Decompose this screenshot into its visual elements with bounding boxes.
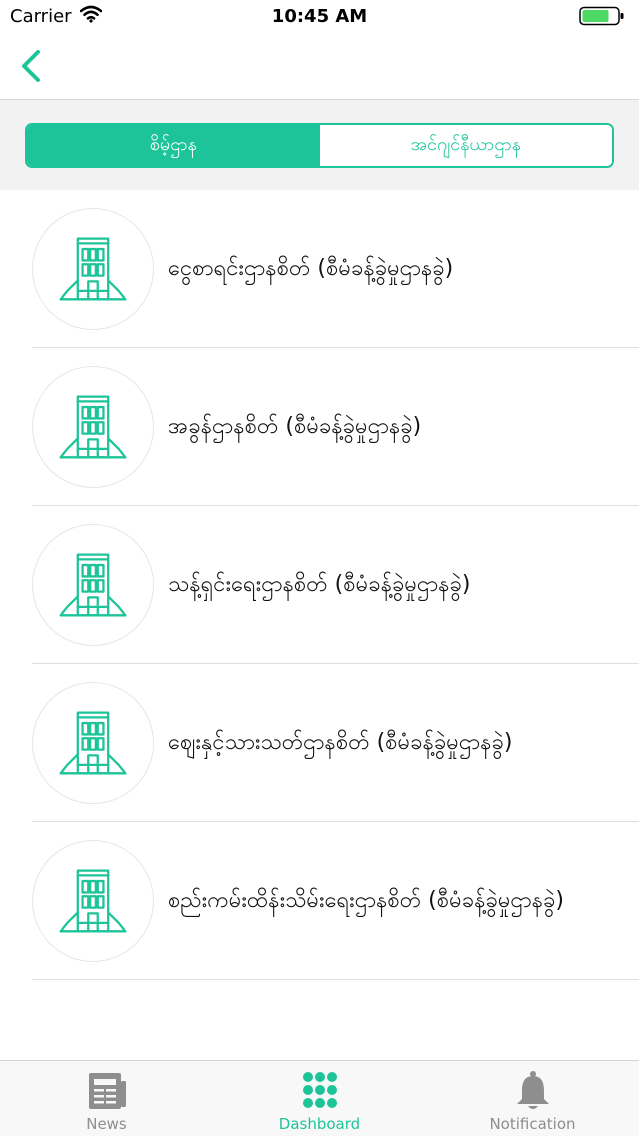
back-button[interactable] [14, 46, 50, 86]
segment-label: အင်ဂျင်နီယာဌာန [410, 134, 521, 155]
list-item[interactable]: အခွန်ဌာနစိတ် (စီမံခန့်ခွဲမှုဌာနခွဲ) [0, 348, 639, 506]
tab-dashboard[interactable]: Dashboard [213, 1061, 426, 1136]
list-item[interactable]: စည်းကမ်းထိန်းသိမ်းရေးဌာနစိတ် (စီမံခန့်ခွ… [0, 822, 639, 980]
tab-bar: News Dashboard Notification [0, 1060, 639, 1136]
segment-label: စိမ့်ဌာန [149, 134, 197, 155]
nav-bar [0, 34, 639, 100]
segment-area: စိမ့်ဌာန အင်ဂျင်နီယာဌာန [0, 100, 639, 190]
list-item[interactable]: သန့်ရှင်းရေးဌာနစိတ် (စီမံခန့်ခွဲမှုဌာနခွ… [0, 506, 639, 664]
battery-icon [579, 6, 624, 26]
list-item[interactable]: ဈေးနှင့်သားသတ်ဌာနစိတ် (စီမံခန့်ခွဲမှုဌာန… [0, 664, 639, 822]
department-name: ငွေစာရင်းဌာနစိတ် (စီမံခန့်ခွဲမှုဌာနခွဲ) [168, 256, 454, 281]
building-icon [59, 395, 127, 459]
building-icon [59, 869, 127, 933]
department-avatar [32, 366, 154, 488]
chevron-left-icon [22, 50, 40, 82]
status-bar: Carrier 10:45 AM [0, 0, 639, 34]
building-icon [59, 711, 127, 775]
department-avatar [32, 682, 154, 804]
divider [32, 979, 639, 980]
list-item[interactable]: ငွေစာရင်းဌာနစိတ် (စီမံခန့်ခွဲမှုဌာနခွဲ) [0, 190, 639, 348]
department-name: အခွန်ဌာနစိတ် (စီမံခန့်ခွဲမှုဌာနခွဲ) [168, 414, 422, 439]
segment-engineering[interactable]: အင်ဂျင်နီယာဌာန [319, 125, 612, 166]
segment-administration[interactable]: စိမ့်ဌာန [27, 125, 320, 166]
department-avatar [32, 208, 154, 330]
building-icon [59, 237, 127, 301]
tab-label: News [86, 1115, 127, 1133]
tab-label: Notification [489, 1115, 576, 1133]
bell-icon [516, 1071, 549, 1109]
department-name: စည်းကမ်းထိန်းသိမ်းရေးဌာနစိတ် (စီမံခန့်ခွ… [168, 888, 564, 913]
tab-news[interactable]: News [0, 1061, 213, 1136]
department-name: သန့်ရှင်းရေးဌာနစိတ် (စီမံခန့်ခွဲမှုဌာနခွ… [168, 572, 471, 597]
status-time: 10:45 AM [271, 6, 368, 27]
department-list: ငွေစာရင်းဌာနစိတ် (စီမံခန့်ခွဲမှုဌာနခွဲ) … [0, 190, 639, 980]
building-icon [59, 553, 127, 617]
segmented-control: စိမ့်ဌာန အင်ဂျင်နီယာဌာန [25, 123, 614, 168]
newspaper-icon [88, 1073, 126, 1109]
grid-dots-icon [302, 1072, 337, 1108]
department-name: ဈေးနှင့်သားသတ်ဌာနစိတ် (စီမံခန့်ခွဲမှုဌာန… [168, 730, 513, 755]
tab-label: Dashboard [278, 1115, 361, 1133]
department-avatar [32, 524, 154, 646]
department-avatar [32, 840, 154, 962]
tab-notification[interactable]: Notification [426, 1061, 639, 1136]
